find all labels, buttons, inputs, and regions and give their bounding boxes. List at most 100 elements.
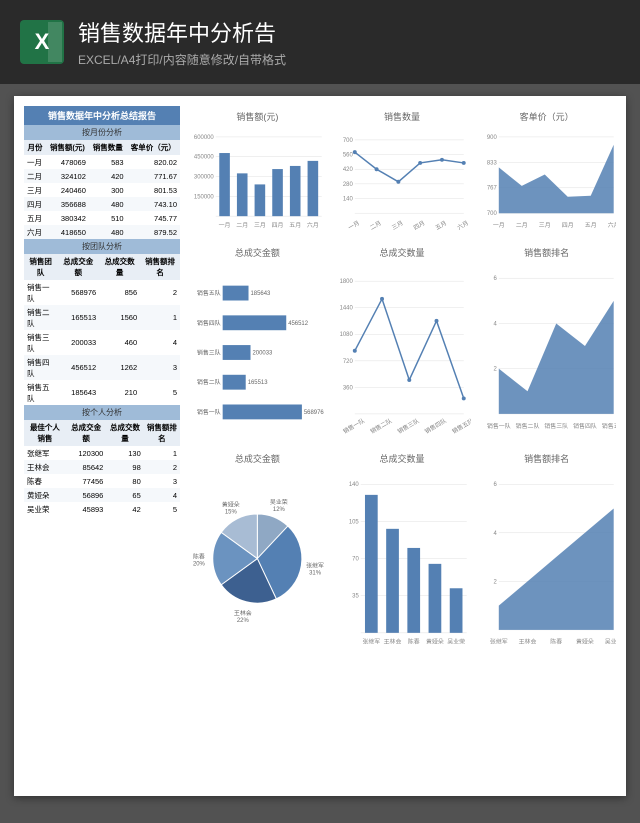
svg-text:22%: 22% <box>237 618 250 624</box>
chart-team-qty: 总成交数量360720108014401800销售一队销售二队销售三队销售四队销… <box>333 242 472 442</box>
svg-text:销售一队: 销售一队 <box>341 417 366 436</box>
svg-text:黄娅朵: 黄娅朵 <box>222 500 240 508</box>
svg-text:560: 560 <box>343 153 354 159</box>
svg-text:张继军: 张继军 <box>362 638 380 646</box>
svg-text:2: 2 <box>494 367 497 373</box>
svg-text:600000: 600000 <box>194 135 215 141</box>
svg-text:销售五队: 销售五队 <box>602 422 616 430</box>
svg-text:6: 6 <box>494 482 498 488</box>
svg-text:三月: 三月 <box>390 220 404 232</box>
svg-text:6: 6 <box>494 276 498 282</box>
individual-table: 最佳个人销售总成交金额总成交数量销售额排名张继军1203001301王林会856… <box>24 420 180 516</box>
charts-grid: 销售额(元)150000300000450000600000一月二月三月四月五月… <box>188 106 616 786</box>
svg-text:吴业荣: 吴业荣 <box>447 638 465 646</box>
svg-text:420: 420 <box>343 167 354 173</box>
svg-text:销售五队: 销售五队 <box>450 417 471 436</box>
section-individual-title: 按个人分析 <box>24 405 180 420</box>
svg-text:4: 4 <box>494 321 498 327</box>
excel-icon <box>20 20 64 64</box>
svg-text:陈春: 陈春 <box>551 638 563 646</box>
svg-text:一月: 一月 <box>347 220 361 232</box>
svg-text:吴业荣: 吴业荣 <box>605 638 616 646</box>
monthly-table: 月份销售额(元)销售数量客单价（元）一月478069583820.02二月324… <box>24 140 180 239</box>
svg-text:700: 700 <box>487 211 498 217</box>
chart-ind-pie: 总成交金额吴业荣12%张继军31%王林会22%陈春20%黄娅朵15% <box>188 448 327 658</box>
svg-text:833: 833 <box>487 160 498 166</box>
svg-text:销售二队: 销售二队 <box>197 378 221 386</box>
svg-text:2: 2 <box>494 579 497 585</box>
document-preview: 销售数据年中分析总结报告 按月份分析 月份销售额(元)销售数量客单价（元）一月4… <box>14 96 626 796</box>
svg-text:五月: 五月 <box>434 220 448 232</box>
svg-text:三月: 三月 <box>539 222 551 229</box>
svg-text:三月: 三月 <box>254 222 266 229</box>
svg-text:五月: 五月 <box>289 222 301 229</box>
svg-text:1800: 1800 <box>339 279 353 285</box>
svg-text:20%: 20% <box>193 561 206 567</box>
svg-text:王林会: 王林会 <box>383 638 401 646</box>
chart-team-amount: 总成交金额销售五队185643销售四队456512销售三队200033销售二队1… <box>188 242 327 442</box>
chart-ind-qty: 总成交数量3570105140张继军王林会陈春黄娅朵吴业荣 <box>333 448 472 658</box>
svg-text:165513: 165513 <box>248 380 269 386</box>
svg-text:456512: 456512 <box>288 321 308 327</box>
svg-text:35: 35 <box>352 594 359 600</box>
chart-monthly-qty: 销售数量140280420560700一月二月三月四月五月六月 <box>333 106 472 236</box>
data-tables-panel: 销售数据年中分析总结报告 按月份分析 月份销售额(元)销售数量客单价（元）一月4… <box>24 106 180 516</box>
svg-text:销售二队: 销售二队 <box>368 417 393 436</box>
svg-text:185643: 185643 <box>250 291 271 297</box>
svg-text:700: 700 <box>343 138 354 144</box>
svg-text:31%: 31% <box>309 571 322 577</box>
svg-text:六月: 六月 <box>455 219 469 232</box>
svg-text:黄娅朵: 黄娅朵 <box>426 638 444 646</box>
svg-text:四月: 四月 <box>272 222 284 229</box>
svg-text:四月: 四月 <box>562 222 574 229</box>
svg-text:140: 140 <box>343 197 354 203</box>
svg-text:15%: 15% <box>225 509 238 515</box>
svg-text:720: 720 <box>343 359 354 365</box>
svg-text:销售一队: 销售一队 <box>487 422 511 430</box>
svg-text:五月: 五月 <box>585 222 597 229</box>
svg-text:销售一队: 销售一队 <box>197 408 221 416</box>
svg-text:陈春: 陈春 <box>407 638 419 646</box>
svg-text:140: 140 <box>348 482 359 488</box>
svg-text:二月: 二月 <box>236 222 248 229</box>
svg-text:12%: 12% <box>273 507 286 513</box>
svg-text:568976: 568976 <box>304 410 325 416</box>
svg-text:黄娅朵: 黄娅朵 <box>576 638 594 646</box>
svg-text:六月: 六月 <box>608 221 616 229</box>
svg-text:销售三队: 销售三队 <box>197 348 221 356</box>
page-subtitle: EXCEL/A4打印/内容随意修改/自带格式 <box>78 51 286 68</box>
section-team-title: 按团队分析 <box>24 239 180 254</box>
svg-text:900: 900 <box>487 135 498 141</box>
svg-text:1440: 1440 <box>339 306 353 312</box>
svg-text:70: 70 <box>352 557 359 563</box>
svg-text:张继军: 张继军 <box>490 638 508 646</box>
svg-text:150000: 150000 <box>194 194 215 200</box>
svg-text:王林会: 王林会 <box>519 638 537 646</box>
svg-text:销售四队: 销售四队 <box>573 422 597 430</box>
svg-text:销售三队: 销售三队 <box>396 417 421 436</box>
svg-text:二月: 二月 <box>516 222 528 229</box>
svg-text:四月: 四月 <box>412 220 426 232</box>
chart-monthly-unit: 客单价（元）700767833900一月二月三月四月五月六月 <box>477 106 616 236</box>
svg-text:767: 767 <box>487 186 497 192</box>
chart-team-rank: 销售额排名246销售一队销售二队销售三队销售四队销售五队 <box>477 242 616 442</box>
svg-text:4: 4 <box>494 531 498 537</box>
section-monthly-title: 按月份分析 <box>24 125 180 140</box>
svg-text:450000: 450000 <box>194 155 215 161</box>
svg-text:销售二队: 销售二队 <box>516 422 540 430</box>
page-title: 销售数据年中分析告 <box>78 16 286 48</box>
svg-text:280: 280 <box>343 182 354 188</box>
svg-text:销售五队: 销售五队 <box>197 289 221 297</box>
chart-ind-rank: 销售额排名246张继军王林会陈春黄娅朵吴业荣 <box>477 448 616 658</box>
svg-text:销售四队: 销售四队 <box>423 417 448 436</box>
chart-monthly-sales: 销售额(元)150000300000450000600000一月二月三月四月五月… <box>188 106 327 236</box>
svg-text:一月: 一月 <box>219 222 231 229</box>
page-header: 销售数据年中分析告 EXCEL/A4打印/内容随意修改/自带格式 <box>0 0 640 84</box>
svg-text:陈春: 陈春 <box>193 553 205 561</box>
svg-text:吴业荣: 吴业荣 <box>270 498 288 506</box>
svg-text:销售四队: 销售四队 <box>197 319 221 327</box>
svg-text:300000: 300000 <box>194 175 215 181</box>
svg-text:一月: 一月 <box>493 222 505 229</box>
svg-text:二月: 二月 <box>369 220 383 232</box>
team-table: 销售团队总成交金额总成交数量销售额排名销售一队5689768562销售二队165… <box>24 254 180 405</box>
